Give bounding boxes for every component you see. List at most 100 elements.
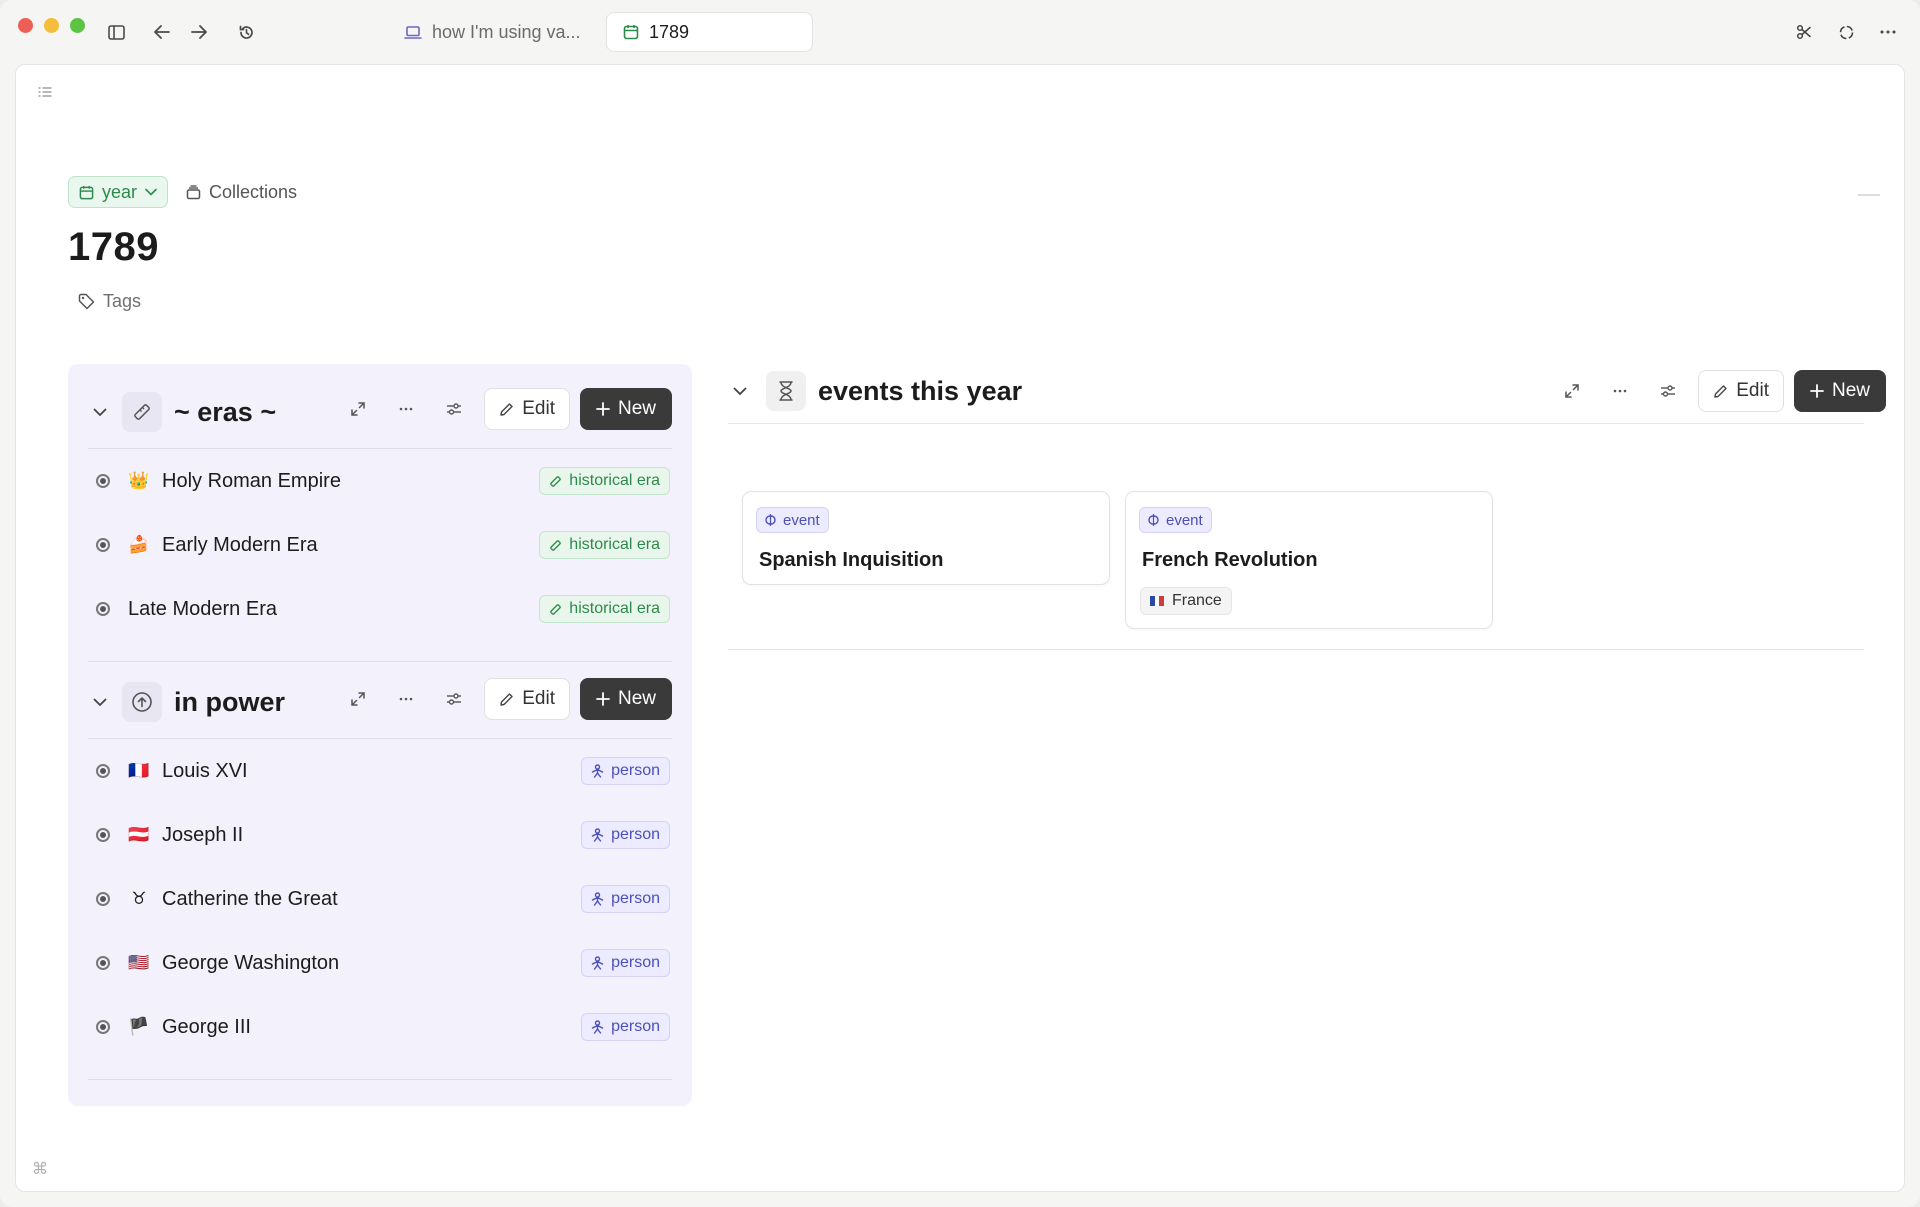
list-item[interactable]: Late Modern Era historical era — [88, 577, 672, 641]
taurus-icon: ♉ — [131, 889, 147, 908]
radio-bullet[interactable] — [96, 764, 110, 778]
radio-bullet[interactable] — [96, 474, 110, 488]
person-badge[interactable]: person — [581, 949, 670, 977]
radio-bullet[interactable] — [96, 892, 110, 906]
person-icon — [591, 764, 604, 778]
list-item[interactable]: 🇦🇹 Joseph II person — [88, 803, 672, 867]
type-chip-year[interactable]: year — [68, 176, 169, 208]
ruler-icon — [550, 603, 562, 615]
expand-icon[interactable] — [1548, 371, 1596, 411]
tab-how-im-using[interactable]: how I'm using va... — [388, 12, 597, 52]
events-edit-button[interactable]: Edit — [1698, 370, 1784, 412]
outline-list-icon[interactable] — [38, 85, 52, 103]
item-label[interactable]: Louis XVI — [162, 760, 248, 783]
eras-title[interactable]: ~ eras ~ — [174, 397, 276, 428]
radio-bullet[interactable] — [96, 1020, 110, 1034]
tab-1789[interactable]: 1789 — [606, 12, 813, 52]
eras-actions: Edit New — [334, 388, 672, 430]
history-icon[interactable] — [232, 18, 260, 46]
expand-icon[interactable] — [334, 389, 382, 429]
up-arrow-circle-icon — [122, 682, 162, 722]
command-icon[interactable]: ⌘ — [32, 1159, 48, 1179]
tags-label: Tags — [103, 291, 142, 311]
item-label[interactable]: Late Modern Era — [128, 598, 277, 621]
event-title[interactable]: Spanish Inquisition — [759, 549, 943, 572]
forward-arrow-icon[interactable] — [185, 18, 213, 46]
list-item[interactable]: 🇫🇷 Louis XVI person — [88, 739, 672, 803]
badge-label: person — [611, 954, 660, 971]
person-badge[interactable]: person — [581, 821, 670, 849]
collections-link[interactable]: Collections — [186, 176, 297, 208]
more-options-icon[interactable] — [382, 679, 430, 719]
new-label: New — [1831, 380, 1870, 401]
zoom-window-button[interactable] — [70, 18, 85, 33]
item-label[interactable]: George Washington — [162, 952, 339, 975]
edit-label: Edit — [522, 688, 555, 709]
event-card[interactable]: event French Revolution France — [1125, 491, 1493, 629]
radio-bullet[interactable] — [96, 956, 110, 970]
minimize-window-button[interactable] — [44, 18, 59, 33]
expand-icon[interactable] — [334, 679, 382, 719]
item-label[interactable]: George III — [162, 1016, 251, 1039]
events-new-button[interactable]: New — [1793, 370, 1886, 412]
badge-label: historical era — [569, 472, 660, 489]
close-window-button[interactable] — [18, 18, 33, 33]
plus-icon — [596, 402, 610, 416]
event-badge[interactable]: event — [1139, 507, 1212, 533]
scroll-indicator[interactable] — [1858, 194, 1880, 196]
radio-bullet[interactable] — [96, 828, 110, 842]
in-power-new-button[interactable]: New — [579, 678, 672, 720]
eras-new-button[interactable]: New — [579, 388, 672, 430]
badge-label: historical era — [569, 536, 660, 553]
radio-bullet[interactable] — [96, 538, 110, 552]
item-label[interactable]: Early Modern Era — [162, 534, 318, 557]
events-title[interactable]: events this year — [818, 376, 1022, 407]
person-badge[interactable]: person — [581, 1013, 670, 1041]
historical-era-badge[interactable]: historical era — [539, 531, 670, 559]
pencil-icon — [1714, 384, 1727, 398]
list-item[interactable]: 🇺🇸 George Washington person — [88, 931, 672, 995]
events-header: events this year Edit New — [728, 368, 1886, 414]
country-chip[interactable]: France — [1140, 587, 1232, 615]
historical-era-badge[interactable]: historical era — [539, 595, 670, 623]
page-title[interactable]: 1789 — [68, 225, 159, 270]
radio-bullet[interactable] — [96, 602, 110, 616]
in-power-title[interactable]: in power — [174, 687, 285, 718]
eras-edit-button[interactable]: Edit — [484, 388, 570, 430]
event-title[interactable]: French Revolution — [1142, 549, 1318, 572]
sync-icon[interactable] — [1832, 18, 1860, 46]
person-badge[interactable]: person — [581, 757, 670, 785]
type-chip-label: year — [102, 181, 138, 202]
back-arrow-icon[interactable] — [148, 18, 176, 46]
document-pane: ⌘ year Collections 1789 Tags ~ eras ~ Ed… — [15, 64, 1905, 1192]
filter-settings-icon[interactable] — [430, 389, 478, 429]
pencil-icon — [500, 692, 513, 706]
collapse-chevron-icon[interactable] — [728, 387, 752, 396]
list-item[interactable]: ♉ Catherine the Great person — [88, 867, 672, 931]
event-badge[interactable]: event — [756, 507, 829, 533]
filter-settings-icon[interactable] — [1644, 371, 1692, 411]
person-badge[interactable]: person — [581, 885, 670, 913]
item-emoji: 👑 — [128, 471, 150, 490]
historical-era-badge[interactable]: historical era — [539, 467, 670, 495]
more-options-icon[interactable] — [1596, 371, 1644, 411]
item-label[interactable]: Holy Roman Empire — [162, 470, 341, 493]
tags-field[interactable]: Tags — [78, 291, 141, 312]
list-item[interactable]: 🏴 George III person — [88, 995, 672, 1059]
country-label: France — [1172, 592, 1222, 609]
filter-settings-icon[interactable] — [430, 679, 478, 719]
list-item[interactable]: 🍰 Early Modern Era historical era — [88, 513, 672, 577]
sidebar-toggle-icon[interactable] — [102, 18, 130, 46]
item-label[interactable]: Joseph II — [162, 824, 243, 847]
event-icon — [1148, 514, 1159, 526]
collapse-chevron-icon[interactable] — [88, 698, 112, 707]
scissors-icon[interactable] — [1790, 18, 1818, 46]
more-menu-icon[interactable] — [1874, 18, 1902, 46]
more-options-icon[interactable] — [382, 389, 430, 429]
item-label[interactable]: Catherine the Great — [162, 888, 338, 911]
event-card[interactable]: event Spanish Inquisition — [742, 491, 1110, 585]
in-power-edit-button[interactable]: Edit — [484, 678, 570, 720]
collapse-chevron-icon[interactable] — [88, 408, 112, 417]
pencil-icon — [500, 402, 513, 416]
list-item[interactable]: 👑 Holy Roman Empire historical era — [88, 449, 672, 513]
